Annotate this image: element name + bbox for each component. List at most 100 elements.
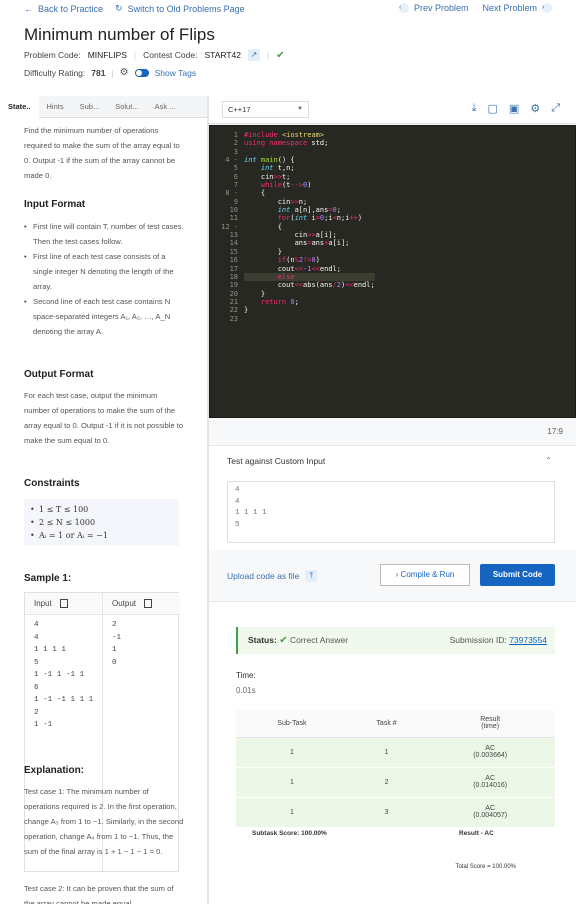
list-item: Aᵢ = 1 or Aᵢ = −1 bbox=[30, 529, 173, 542]
chevron-down-icon: ▼ bbox=[297, 106, 303, 112]
custom-input-title[interactable]: Test against Custom Input bbox=[227, 456, 325, 466]
line-number: 4 - bbox=[225, 156, 238, 165]
tab-ask[interactable]: Ask ... bbox=[147, 96, 184, 118]
line-number: 22 bbox=[229, 306, 238, 315]
line-number: 21 bbox=[229, 297, 238, 306]
line-number: 12 - bbox=[221, 222, 238, 231]
line-number: 18 bbox=[229, 272, 238, 281]
chevron-left-icon: ‹ bbox=[398, 3, 409, 13]
line-number: 7 bbox=[233, 181, 238, 190]
line-number: 13 bbox=[229, 231, 238, 240]
solved-check-icon: ✔ bbox=[276, 49, 285, 61]
list-item: 1 ≤ T ≤ 100 bbox=[30, 503, 173, 516]
sample-output-header: Output bbox=[103, 593, 180, 615]
problem-code: MINFLIPS bbox=[87, 50, 127, 60]
problem-statement-panel[interactable]: Find the minimum number of operations re… bbox=[0, 118, 207, 904]
top-nav-right: ‹ Prev Problem Next Problem › bbox=[398, 3, 552, 13]
copy-icon[interactable] bbox=[59, 599, 68, 609]
line-number: 5 bbox=[233, 164, 238, 173]
time-label: Time: bbox=[236, 671, 256, 680]
list-item: First line of each test case consists of… bbox=[24, 249, 184, 294]
col-task: Task # bbox=[347, 710, 426, 738]
next-problem-link[interactable]: Next Problem › bbox=[482, 3, 552, 13]
compile-run-button[interactable]: › Compile & Run bbox=[380, 564, 470, 586]
list-item: Second line of each test case contains N… bbox=[24, 294, 184, 339]
chevron-right-icon: › bbox=[542, 3, 552, 13]
sample-heading: Sample 1: bbox=[24, 573, 72, 584]
prev-problem-link[interactable]: ‹ Prev Problem bbox=[398, 3, 468, 13]
tab-submissions[interactable]: Sub... bbox=[72, 96, 108, 118]
check-icon: ✔ bbox=[279, 635, 288, 646]
status-row: Status: ✔ Correct Answer Submission ID: … bbox=[236, 627, 555, 654]
refresh-icon: ↻ bbox=[115, 3, 123, 13]
tab-statement[interactable]: State.. bbox=[0, 95, 39, 118]
line-number: 3 bbox=[233, 147, 238, 156]
custom-input-field[interactable]: 4 4 1 1 1 1 5 bbox=[227, 481, 555, 543]
line-number: 8 - bbox=[225, 189, 238, 198]
download-icon[interactable]: ⤓ bbox=[472, 102, 477, 115]
line-numbers: 1234 -5678 -9 10 11 12 -13 14 15 16 17 18 19 20 21 2… bbox=[210, 131, 238, 323]
external-link-icon[interactable]: ↗ bbox=[248, 49, 261, 61]
explanation-text-2: Test case 2: It can be proven that the s… bbox=[24, 884, 174, 904]
line-number: 23 bbox=[229, 314, 238, 323]
line-number: 17 bbox=[229, 264, 238, 273]
submit-code-button[interactable]: Submit Code bbox=[480, 564, 555, 586]
editor-toolbar: C++17 ▼ ⤓ ▢ ▣ ⚙ ⤢ bbox=[209, 96, 576, 124]
col-result: Result (time) bbox=[425, 710, 555, 738]
line-number: 2 bbox=[233, 139, 238, 148]
output-format-text: For each test case, output the minimum n… bbox=[24, 391, 184, 445]
col-subtask: Sub-Task bbox=[236, 710, 348, 738]
contest-code: START42 bbox=[204, 50, 242, 60]
line-number: 16 bbox=[229, 256, 238, 265]
subtask-score: Subtask Score: 100.00% bbox=[252, 830, 327, 837]
tab-solutions[interactable]: Solut... bbox=[107, 96, 146, 118]
gear-icon[interactable]: ⚙ bbox=[120, 67, 129, 78]
back-to-practice-link[interactable]: ← Back to Practice bbox=[24, 3, 103, 14]
line-number: 1 bbox=[233, 131, 238, 139]
explanation-text: Test case 1: The minimum number of opera… bbox=[24, 787, 184, 856]
custom-input-section: Test against Custom Input ⌃ 4 4 1 1 1 1 … bbox=[209, 445, 576, 550]
show-tags-label[interactable]: Show Tags bbox=[155, 68, 196, 78]
result-ac: Result - AC bbox=[459, 830, 494, 837]
comment-icon[interactable]: ▢ bbox=[488, 102, 498, 115]
show-tags-toggle[interactable] bbox=[134, 68, 149, 77]
code-editor[interactable]: 1234 -5678 -9 10 11 12 -13 14 15 16 17 18 19 20 21 2… bbox=[209, 125, 576, 418]
save-icon[interactable]: ▣ bbox=[509, 102, 519, 115]
fullscreen-icon[interactable]: ⤢ bbox=[551, 102, 560, 115]
upload-code-link[interactable]: Upload code as file ⤒ bbox=[227, 570, 318, 582]
header: ← Back to Practice ↻ Switch to Old Problem… bbox=[0, 0, 576, 96]
time-value: 0.01s bbox=[236, 686, 256, 695]
difficulty-rating: 781 bbox=[91, 67, 106, 78]
editor-panel: C++17 ▼ ⤓ ▢ ▣ ⚙ ⤢ 1234 -5678 -9 10 11 12 -13… bbox=[209, 96, 576, 904]
arrow-left-icon: ← bbox=[24, 3, 33, 14]
upload-icon: ⤒ bbox=[305, 570, 318, 582]
code-content[interactable]: #include <iostream> using namespace std;… bbox=[244, 131, 375, 315]
settings-icon[interactable]: ⚙ bbox=[530, 102, 540, 115]
action-bar: Upload code as file ⤒ › Compile & Run Sub… bbox=[209, 558, 576, 598]
table-row: 1 1 AC (0.003664) bbox=[236, 737, 555, 768]
status-text: Correct Answer bbox=[289, 635, 349, 645]
chevron-right-icon: › bbox=[395, 570, 399, 579]
language-select[interactable]: C++17 ▼ bbox=[222, 101, 309, 118]
top-nav-left: ← Back to Practice ↻ Switch to Old Problem… bbox=[24, 3, 245, 14]
line-number: 20 bbox=[229, 289, 238, 298]
table-row: 1 3 AC (0.004057) bbox=[236, 797, 555, 828]
chevron-up-icon[interactable]: ⌃ bbox=[545, 456, 552, 465]
total-score: Total Score = 100.00% bbox=[455, 864, 516, 870]
tab-hints[interactable]: Hints bbox=[39, 96, 72, 118]
line-number: 10 bbox=[229, 206, 238, 215]
cursor-position: 17:9 bbox=[547, 427, 563, 436]
result-table: Sub-Task Task # Result (time) 1 1 AC (0.0… bbox=[236, 710, 555, 828]
submission-id-link[interactable]: 73973554 bbox=[509, 635, 547, 645]
switch-old-page-link[interactable]: ↻ Switch to Old Problems Page bbox=[115, 3, 245, 14]
constraints-heading: Constraints bbox=[24, 478, 80, 489]
statement-intro: Find the minimum number of operations re… bbox=[24, 126, 180, 180]
explanation-heading: Explanation: bbox=[24, 765, 85, 776]
line-number: 6 bbox=[233, 172, 238, 181]
sample-output: 2 -1 1 0 bbox=[112, 621, 122, 667]
sample-input-header: Input bbox=[25, 593, 102, 615]
table-row: 1 2 AC (0.014016) bbox=[236, 767, 555, 798]
input-format-list: First line will contain T, number of tes… bbox=[24, 219, 184, 339]
result-panel: Status: ✔ Correct Answer Submission ID: … bbox=[209, 601, 576, 904]
copy-icon[interactable] bbox=[144, 599, 153, 609]
